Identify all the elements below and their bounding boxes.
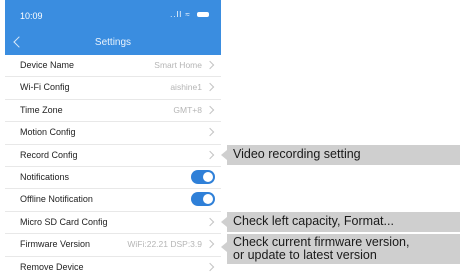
callout-text-line2: or update to latest version (233, 248, 377, 262)
phone-screen: 10:09 ..ll ≈ Settings Device Name Smart … (5, 0, 221, 276)
chevron-right-icon (205, 262, 215, 271)
setting-row-record-config[interactable]: Record Config (5, 145, 221, 167)
notifications-toggle[interactable] (191, 169, 215, 184)
setting-label: Notifications (20, 171, 70, 182)
chevron-right-icon (205, 127, 215, 137)
toggle-knob (203, 194, 213, 205)
setting-row-notifications: Notifications (5, 167, 221, 190)
battery-icon (197, 12, 209, 18)
setting-label: Motion Config (20, 127, 76, 138)
setting-label: Remove Device (20, 261, 84, 272)
setting-label: Device Name (20, 60, 75, 70)
setting-label: Time Zone (20, 104, 63, 115)
chevron-right-icon (205, 239, 215, 249)
setting-value: Smart Home (154, 60, 202, 70)
setting-value: aishine1 (170, 82, 202, 93)
setting-label: Offline Notification (20, 194, 93, 205)
setting-label: Record Config (20, 149, 78, 160)
setting-label: Firmware Version (20, 239, 91, 250)
chevron-right-icon (205, 217, 215, 226)
nav-bar: Settings (5, 30, 221, 55)
setting-row-offline-notification: Offline Notification (5, 189, 221, 212)
setting-value: WiFi:22.21 DSP:3.9 (127, 239, 202, 250)
setting-row-remove-device[interactable]: Remove Device (5, 257, 221, 276)
offline-notification-toggle[interactable] (191, 192, 215, 207)
setting-row-wifi-config[interactable]: Wi-Fi Config aishine1 (5, 77, 221, 100)
signal-icon: ..ll (170, 10, 183, 19)
setting-row-time-zone[interactable]: Time Zone GMT+8 (5, 100, 221, 123)
toggle-knob (203, 171, 213, 182)
setting-row-firmware-version[interactable]: Firmware Version WiFi:22.21 DSP:3.9 (5, 234, 221, 257)
callout-text: Video recording setting (233, 147, 361, 161)
setting-label: Wi-Fi Config (20, 82, 70, 93)
chevron-right-icon (205, 150, 215, 159)
setting-row-motion-config[interactable]: Motion Config (5, 122, 221, 145)
page-title: Settings (94, 37, 132, 48)
chevron-right-icon (205, 105, 215, 115)
status-time: 10:09 (20, 11, 43, 21)
chevron-right-icon (205, 83, 215, 92)
setting-row-device-name[interactable]: Device Name Smart Home (5, 55, 221, 78)
wifi-icon: ≈ (185, 10, 191, 19)
chevron-right-icon (205, 60, 215, 70)
settings-list: Device Name Smart Home Wi-Fi Config aish… (5, 55, 221, 276)
callout-record-config: Video recording setting (227, 145, 460, 165)
setting-value: GMT+8 (173, 104, 202, 115)
status-icons: ..ll ≈ (170, 10, 209, 19)
setting-label: Micro SD Card Config (20, 216, 108, 227)
callout-text: Check left capacity, Format... (233, 214, 394, 228)
callout-firmware: Check current firmware version, or updat… (227, 234, 460, 264)
setting-row-sd-card-config[interactable]: Micro SD Card Config (5, 212, 221, 235)
callout-sd-card: Check left capacity, Format... (227, 212, 460, 232)
status-bar: 10:09 ..ll ≈ (5, 0, 221, 30)
